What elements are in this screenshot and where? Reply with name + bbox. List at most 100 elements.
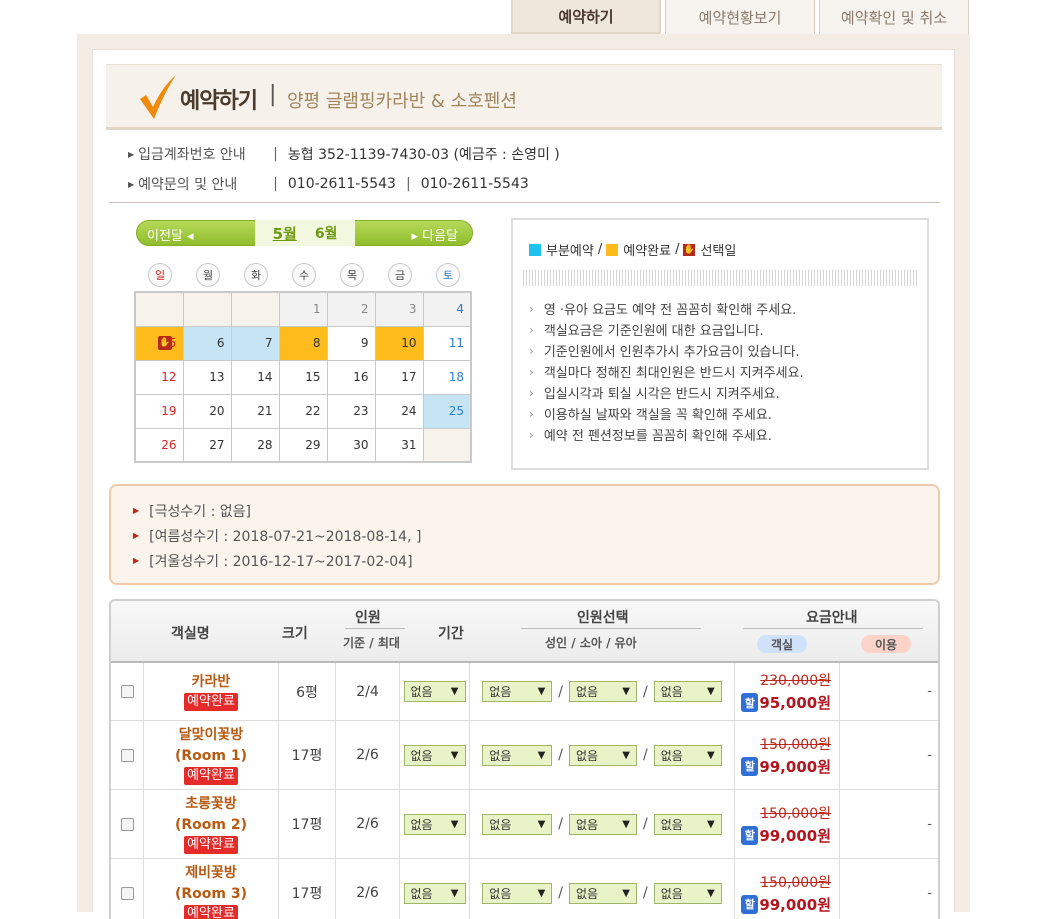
people-cell: 2/4 <box>336 663 400 720</box>
period-select[interactable]: 없음 ▼ <box>403 681 466 702</box>
calendar-day-11[interactable]: 11 <box>422 325 472 361</box>
discount-icon: 할 <box>741 756 759 776</box>
col-room: 객실명 <box>171 626 210 642</box>
period-select[interactable]: 없음 ▼ <box>403 813 466 835</box>
room-checkbox[interactable] <box>120 817 134 831</box>
size-cell: 17평 <box>279 859 336 919</box>
tab-reserve[interactable]: 예약하기 <box>511 0 661 34</box>
day-number: 6 <box>216 336 225 350</box>
infant-select[interactable]: 없음 ▼ <box>653 681 722 702</box>
room-row: 초롱꽃방 (Room 2) 예약완료 17평 2/6 없음 ▼ 없음 ▼ / 없음 ▼ / 없음 ▼ 150,… <box>111 790 938 859</box>
room-name[interactable]: 달맞이꽃방 <box>179 725 243 746</box>
page-frame: 예약하기 | 양평 글램핑카라반 & 소호펜션 ▶ 입금계좌번호 안내 | 농협… <box>77 34 970 919</box>
calendar-day-17[interactable]: 17 <box>374 359 424 395</box>
weekday-wed: 수 <box>292 263 316 287</box>
infant-select[interactable]: 없음 ▼ <box>653 882 722 904</box>
calendar-day-21[interactable]: 21 <box>230 393 280 429</box>
room-checkbox[interactable] <box>120 685 134 698</box>
next-month-link[interactable]: 6월 <box>315 223 338 243</box>
tab-reservation-status[interactable]: 예약현황보기 <box>665 0 815 34</box>
weekday-mon: 월 <box>196 263 220 287</box>
calendar-day-28[interactable]: 28 <box>230 427 280 463</box>
dropdown-arrow-icon: ▼ <box>707 749 715 761</box>
calendar-day-29[interactable]: 29 <box>278 427 328 463</box>
child-select[interactable]: 없음 ▼ <box>569 813 637 835</box>
person-select-cell: 없음 ▼ / 없음 ▼ / 없음 ▼ <box>470 790 735 858</box>
note-item: 영 ·유아 요금도 예약 전 꼼꼼히 확인해 주세요. <box>529 298 804 319</box>
room-checkbox[interactable] <box>120 748 134 762</box>
tab-confirm-cancel[interactable]: 예약확인 및 취소 <box>819 0 969 34</box>
adult-select[interactable]: 없음 ▼ <box>482 744 553 766</box>
calendar-day-25[interactable]: 25 <box>422 393 472 429</box>
period-select[interactable]: 없음 ▼ <box>403 882 466 904</box>
period-cell: 없음 ▼ <box>400 721 470 789</box>
col-people-sub: 기준 / 최대 <box>343 636 400 650</box>
next-month-button[interactable]: ▸ 다음달 <box>411 225 458 244</box>
calendar-day-6[interactable]: 6 <box>182 325 232 361</box>
content-panel: 예약하기 | 양평 글램핑카라반 & 소호펜션 ▶ 입금계좌번호 안내 | 농협… <box>92 49 955 919</box>
adult-select[interactable]: 없음 ▼ <box>482 681 553 702</box>
calendar-day-31[interactable]: 31 <box>374 427 424 463</box>
separator: | <box>405 176 411 192</box>
calendar-day-13[interactable]: 13 <box>182 359 232 395</box>
room-name[interactable]: 초롱꽃방 <box>185 794 237 815</box>
calendar-day-18[interactable]: 18 <box>422 359 472 395</box>
season-item: ▶ [겨울성수기 : 2016-12-17~2017-02-04] <box>133 553 413 570</box>
period-select[interactable]: 없음 ▼ <box>403 744 466 766</box>
calendar-day-8[interactable]: 8 <box>278 325 328 361</box>
calendar-week: 19 20 21 22 23 24 25 <box>134 393 472 429</box>
room-name[interactable]: 카라반 <box>192 672 231 693</box>
calendar-day-7[interactable]: 7 <box>230 325 280 361</box>
child-select[interactable]: 없음 ▼ <box>569 681 637 702</box>
original-price: 150,000원 <box>760 874 831 891</box>
calendar-day-16[interactable]: 16 <box>326 359 376 395</box>
dropdown-arrow-icon: ▼ <box>450 686 459 697</box>
calendar-day-10[interactable]: 10 <box>374 325 424 361</box>
done-swatch <box>606 243 619 256</box>
room-name[interactable]: 제비꽃방 <box>185 863 237 884</box>
prev-month-button[interactable]: 이전달 ◂ <box>147 225 194 244</box>
weekday-thu: 목 <box>340 263 364 287</box>
child-select[interactable]: 없음 ▼ <box>569 882 637 904</box>
calendar-day-15[interactable]: 15 <box>278 359 328 395</box>
calendar-day-20[interactable]: 20 <box>182 393 232 429</box>
calendar-day-12[interactable]: 12 <box>134 359 184 395</box>
phone-2: 010-2611-5543 <box>420 176 529 192</box>
rooms-table: 객실명 크기 인원 기준 / 최대 기간 인원선택 성인 / 소아 / 유아 요… <box>109 599 940 919</box>
weekday-fri: 금 <box>388 263 412 287</box>
day-number: 23 <box>353 404 369 418</box>
infant-select[interactable]: 없음 ▼ <box>653 744 722 766</box>
room-checkbox[interactable] <box>120 886 134 900</box>
period-cell: 없음 ▼ <box>400 859 470 919</box>
calendar-day-14[interactable]: 14 <box>230 359 280 395</box>
calendar-day-27[interactable]: 27 <box>182 427 232 463</box>
status-badge: 예약완료 <box>184 693 238 711</box>
col-size: 크기 <box>282 626 308 642</box>
calendar-day-26[interactable]: 26 <box>134 427 184 463</box>
calendar-day-2: 2 <box>326 291 376 327</box>
day-number: 10 <box>401 336 417 350</box>
notes-list: 영 ·유아 요금도 예약 전 꼼꼼히 확인해 주세요. 객실요금은 기준인원에 … <box>529 298 804 445</box>
calendar-empty-cell <box>182 291 232 327</box>
adult-select[interactable]: 없음 ▼ <box>482 813 553 835</box>
calendar-day-30[interactable]: 30 <box>326 427 376 463</box>
people-cell: 2/6 <box>336 790 400 858</box>
season-item: ▶ [극성수기 : 없음] <box>133 503 251 520</box>
current-month[interactable]: 5월 <box>273 223 297 244</box>
account-info: ▶ 입금계좌번호 안내 | 농협 352-1139-7430-03 (예금주 :… <box>128 144 560 164</box>
calendar-day-22[interactable]: 22 <box>278 393 328 429</box>
day-number: 16 <box>353 370 369 384</box>
calendar-day-9[interactable]: 9 <box>326 325 376 361</box>
calendar-day-5[interactable]: ✋ 5 <box>134 325 184 361</box>
adult-select[interactable]: 없음 ▼ <box>482 882 553 904</box>
child-select[interactable]: 없음 ▼ <box>569 744 637 766</box>
triangle-icon: ▶ <box>133 531 140 540</box>
checkbox-cell <box>111 721 144 789</box>
person-select-cell: 없음 ▼ / 없음 ▼ / 없음 ▼ <box>470 721 735 789</box>
infant-select[interactable]: 없음 ▼ <box>653 813 722 835</box>
calendar-empty-cell <box>134 291 184 327</box>
calendar-day-23[interactable]: 23 <box>326 393 376 429</box>
calendar-day-24[interactable]: 24 <box>374 393 424 429</box>
calendar-day-19[interactable]: 19 <box>134 393 184 429</box>
day-number: 4 <box>456 302 464 317</box>
